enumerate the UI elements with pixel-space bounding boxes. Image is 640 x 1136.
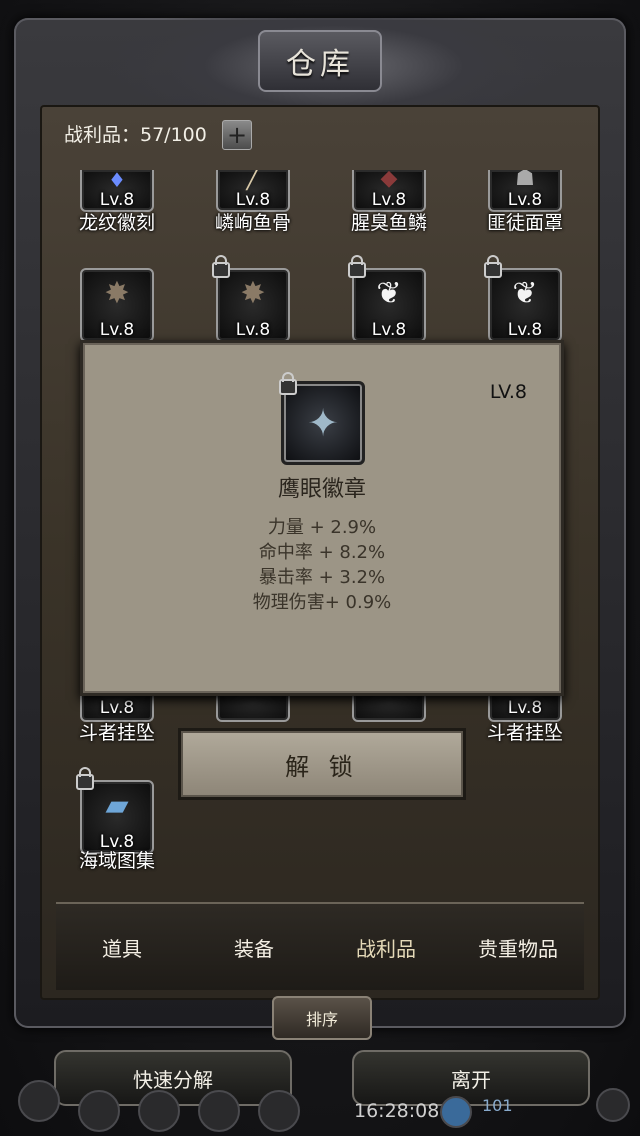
fishbone-icon: ╱	[246, 170, 260, 191]
tab-equipment[interactable]: 装备	[188, 904, 320, 990]
inventory-item[interactable]: ☗ Lv.8 匪徒面罩	[487, 170, 563, 234]
item-name: 龙纹徽刻	[78, 212, 155, 234]
inventory-item[interactable]: ❦ Lv.8	[348, 255, 426, 342]
tooltip-stats: 力量 + 2.9% 命中率 + 8.2% 暴击率 + 3.2% 物理伤害+ 0.…	[83, 515, 561, 615]
lock-icon	[348, 255, 366, 278]
hud-slot-icon[interactable]	[138, 1090, 180, 1132]
item-name: 嶙峋鱼骨	[214, 212, 291, 234]
clock: 16:28:08	[354, 1100, 440, 1122]
lock-icon	[484, 255, 502, 278]
leave-button[interactable]: 离开	[352, 1050, 590, 1106]
tooltip-level: LV.8	[489, 381, 527, 403]
gear-icon[interactable]	[18, 1080, 60, 1122]
title-plate: 仓库	[258, 30, 382, 92]
window-title: 仓库	[286, 47, 354, 82]
amulet-icon: ♦	[108, 170, 126, 192]
unlock-button[interactable]: 解 锁	[178, 728, 466, 800]
claw-icon: ✸	[240, 276, 266, 311]
lock-icon	[76, 767, 94, 790]
book-icon: ▰	[105, 788, 129, 823]
expand-capacity-button[interactable]: +	[222, 120, 252, 150]
hud-slot-icon[interactable]	[78, 1090, 120, 1132]
category-tabs: 道具 装备 战利品 贵重物品	[56, 902, 584, 990]
lock-icon	[279, 372, 297, 395]
item-name: 腥臭鱼鳞	[350, 212, 427, 234]
stat-line: 力量 + 2.9%	[267, 517, 377, 538]
lock-icon	[212, 255, 230, 278]
tab-valuables[interactable]: 贵重物品	[452, 904, 584, 990]
stat-line: 物理伤害+ 0.9%	[252, 592, 392, 613]
tab-loot[interactable]: 战利品	[320, 904, 452, 990]
inventory-item[interactable]: ▰ Lv.8 海域图集	[76, 767, 155, 872]
currency-count: 101	[482, 1096, 513, 1115]
scale-icon: ◆	[380, 170, 398, 191]
item-name: 斗者挂坠	[486, 722, 563, 744]
inventory-item[interactable]: ♦ Lv.8 龙纹徽刻	[79, 170, 155, 234]
wing-icon: ❦	[376, 276, 402, 311]
loot-capacity: 战利品：57/100	[64, 124, 207, 146]
tooltip-item-name: 鹰眼徽章	[277, 477, 366, 502]
item-name: 海域图集	[78, 850, 155, 872]
sort-button[interactable]: 排序	[272, 996, 372, 1040]
gem-icon	[440, 1096, 472, 1128]
inventory-item[interactable]: ✸ Lv.8	[80, 268, 154, 342]
mask-icon: ☗	[515, 170, 535, 191]
stat-line: 暴击率 + 3.2%	[258, 567, 386, 588]
wing-icon: ❦	[512, 276, 538, 311]
item-name: 匪徒面罩	[486, 212, 563, 234]
inventory-item[interactable]: ╱ Lv.8 嶙峋鱼骨	[215, 170, 291, 234]
add-icon[interactable]	[596, 1088, 630, 1122]
hud-slot-icon[interactable]	[198, 1090, 240, 1132]
stat-line: 命中率 + 8.2%	[258, 542, 386, 563]
claw-icon: ✸	[104, 276, 130, 311]
inventory-item[interactable]: ◆ Lv.8 腥臭鱼鳞	[351, 170, 427, 234]
inventory-item[interactable]: ❦ Lv.8	[484, 255, 562, 342]
item-name: 斗者挂坠	[78, 722, 155, 744]
item-tooltip: ✦ LV.8 鹰眼徽章 力量 + 2.9% 命中率 + 8.2% 暴击率 + 3…	[80, 340, 564, 696]
inventory-item[interactable]: ✸ Lv.8	[212, 255, 290, 342]
hud-slot-icon[interactable]	[258, 1090, 300, 1132]
tab-items[interactable]: 道具	[56, 904, 188, 990]
